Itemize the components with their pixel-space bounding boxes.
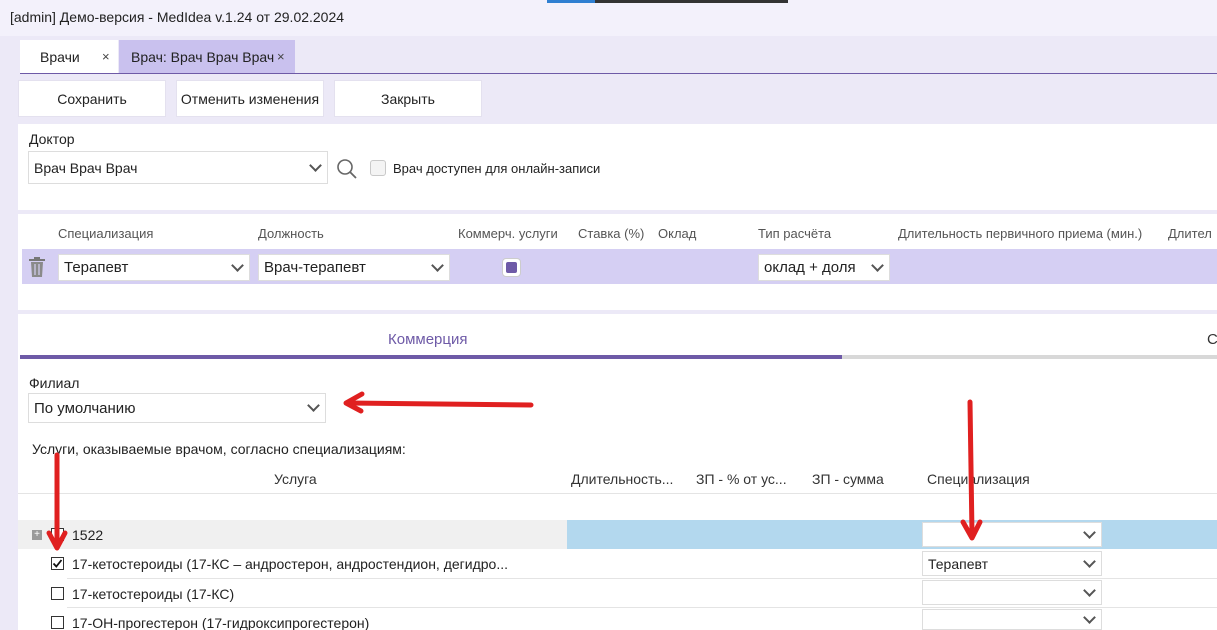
arrow-down-icon	[960, 399, 983, 541]
arrow-down-icon	[46, 452, 68, 551]
arrow-left-icon	[343, 391, 534, 414]
annotation-arrows	[46, 391, 983, 551]
